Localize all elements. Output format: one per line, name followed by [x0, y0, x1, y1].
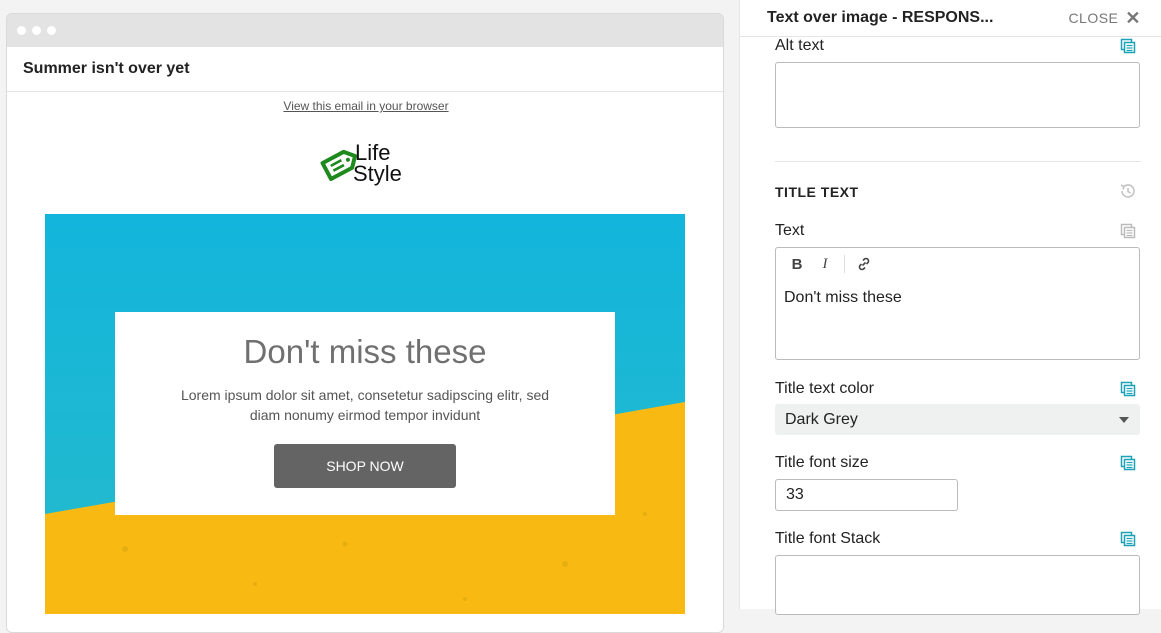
section-title-title-text: TITLE TEXT	[775, 184, 859, 200]
close-icon: ✕	[1125, 8, 1141, 28]
chevron-down-icon	[1119, 417, 1129, 423]
link-icon	[858, 257, 870, 271]
window-dot	[32, 26, 41, 35]
logo-line-1: Life	[355, 140, 391, 165]
dynamic-content-icon[interactable]	[1120, 38, 1136, 54]
dynamic-content-icon[interactable]	[1120, 455, 1136, 471]
title-font-size-label: Title font size	[775, 454, 869, 471]
rich-text-editor[interactable]: B I Don't miss these	[775, 247, 1140, 360]
reset-history-icon[interactable]	[1118, 181, 1138, 201]
bold-button[interactable]: B	[785, 252, 809, 276]
shop-now-button[interactable]: SHOP NOW	[274, 444, 456, 488]
window-dot	[47, 26, 56, 35]
window-dot	[17, 26, 26, 35]
panel-header: Text over image - RESPONS... CLOSE ✕	[740, 0, 1161, 37]
text-label: Text	[775, 222, 805, 239]
rte-content[interactable]: Don't miss these	[776, 280, 1139, 316]
dynamic-content-icon[interactable]	[1120, 381, 1136, 397]
dynamic-content-icon[interactable]	[1120, 531, 1136, 547]
title-text-color-label: Title text color	[775, 380, 874, 397]
toolbar-separator	[844, 255, 845, 273]
italic-button[interactable]: I	[813, 252, 837, 276]
window-titlebar	[7, 14, 723, 47]
hero-image: Don't miss these Lorem ipsum dolor sit a…	[45, 214, 685, 614]
logo-line-2: Style	[353, 161, 402, 186]
section-divider	[775, 161, 1141, 162]
hero-title: Don't miss these	[243, 333, 487, 370]
panel-title: Text over image - RESPONS...	[767, 9, 994, 26]
dynamic-content-icon-disabled	[1120, 223, 1136, 239]
lifestyle-logo: Life Style	[319, 142, 419, 190]
email-body: View this email in your browser Life Sty…	[7, 92, 723, 632]
close-label: CLOSE	[1068, 10, 1119, 26]
hero-description: Lorem ipsum dolor sit amet, consetetur s…	[180, 387, 550, 423]
alt-text-field[interactable]	[775, 62, 1140, 128]
rte-toolbar: B I	[776, 248, 1139, 280]
email-preview-window: Summer isn't over yet View this email in…	[6, 13, 724, 633]
alt-text-label: Alt text	[775, 37, 824, 54]
title-color-value: Dark Grey	[785, 410, 858, 428]
link-button[interactable]	[852, 252, 876, 276]
logo-wordmark: Life Style	[353, 140, 402, 186]
title-font-stack-label: Title font Stack	[775, 530, 881, 547]
settings-panel: Text over image - RESPONS... CLOSE ✕ Alt…	[739, 0, 1161, 615]
text-overlay-box: Don't miss these Lorem ipsum dolor sit a…	[115, 312, 615, 515]
title-font-size-input[interactable]: 33	[775, 479, 958, 511]
title-font-stack-field[interactable]	[775, 555, 1140, 615]
title-color-select[interactable]: Dark Grey	[775, 404, 1140, 435]
close-button[interactable]: CLOSE ✕	[1068, 9, 1141, 27]
view-in-browser-link[interactable]: View this email in your browser	[7, 99, 723, 113]
email-subject: Summer isn't over yet	[7, 47, 723, 92]
